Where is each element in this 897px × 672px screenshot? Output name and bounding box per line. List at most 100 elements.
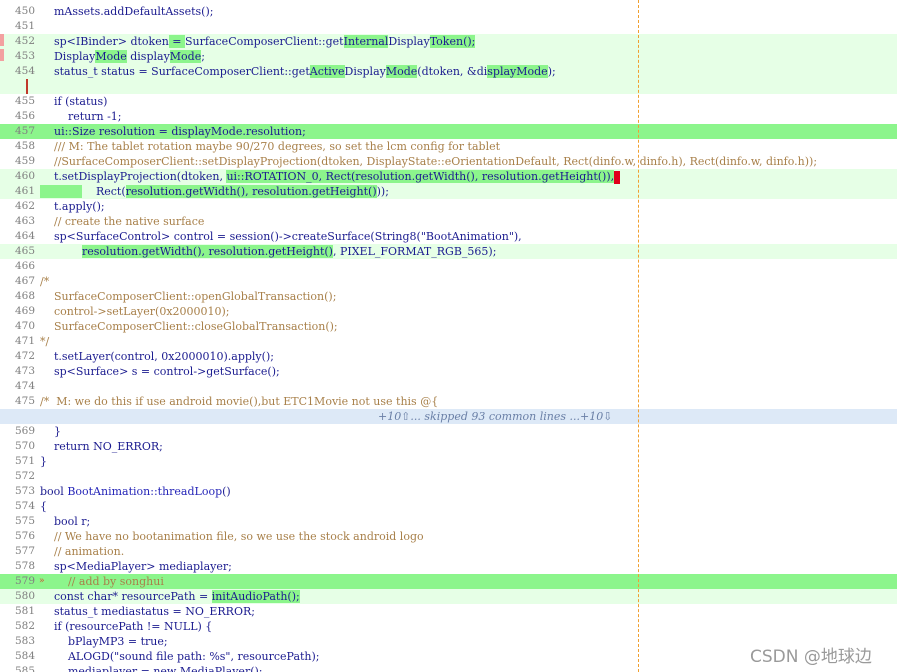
code-line: 467 /* bbox=[0, 274, 897, 289]
comment-token: /* bbox=[40, 275, 50, 288]
code-token: bool bbox=[40, 485, 68, 498]
code-line: 474 bbox=[0, 379, 897, 394]
code-line: 576 // We have no bootanimation file, so… bbox=[0, 529, 897, 544]
changed-token: = bbox=[168, 35, 186, 48]
changed-token: Active bbox=[309, 65, 345, 78]
line-number: 472 bbox=[14, 350, 35, 362]
code-text: DisplayMode displayMode; bbox=[40, 49, 205, 64]
skipped-lines-label[interactable]: +10⇧... skipped 93 common lines ...+10⇩ bbox=[378, 409, 612, 424]
line-number: 456 bbox=[14, 110, 35, 122]
changed-token: resolution.getWidth(), resolution.getHei… bbox=[125, 185, 377, 198]
code-text: bool BootAnimation::threadLoop() bbox=[40, 484, 231, 499]
diff-viewer[interactable]: 450 mAssets.addDefaultAssets(); 451 452 sp… bbox=[0, 0, 897, 672]
change-marker bbox=[0, 34, 4, 46]
code-token: bPlayMP3 = true; bbox=[40, 635, 168, 648]
comment-token: control->setLayer(0x2000010); bbox=[40, 305, 230, 318]
skipped-lines-separator[interactable]: +10⇧... skipped 93 common lines ...+10⇩ bbox=[0, 409, 897, 424]
code-line: 451 bbox=[0, 19, 897, 34]
code-token: t.apply(); bbox=[40, 200, 105, 213]
code-token: status_t mediastatus = NO_ERROR; bbox=[40, 605, 255, 618]
code-text: /* M: we do this if use android movie(),… bbox=[40, 394, 438, 409]
code-line: 459 //SurfaceComposerClient::setDisplayP… bbox=[0, 154, 897, 169]
code-line: 454 status_t status = SurfaceComposerCli… bbox=[0, 64, 897, 79]
code-line: 575 bool r; bbox=[0, 514, 897, 529]
code-token: sp<IBinder> dtoken bbox=[40, 35, 169, 48]
comment-token: // We have no bootanimation file, so we … bbox=[40, 530, 424, 543]
line-number: 582 bbox=[14, 620, 35, 632]
line-number: 473 bbox=[14, 365, 35, 377]
line-number: 457 bbox=[14, 125, 35, 137]
line-number: 571 bbox=[14, 455, 35, 467]
changed-token: splayMode bbox=[487, 65, 548, 78]
code-line: 577 // animation. bbox=[0, 544, 897, 559]
line-number: 585 bbox=[14, 665, 35, 672]
code-line: 573 bool BootAnimation::threadLoop() bbox=[0, 484, 897, 499]
code-line: 472 t.setLayer(control, 0x2000010).apply… bbox=[0, 349, 897, 364]
line-number: 459 bbox=[14, 155, 35, 167]
code-token: if (status) bbox=[40, 95, 108, 108]
code-token: Rect( bbox=[81, 185, 126, 198]
code-token: , PIXEL_FORMAT_RGB_565); bbox=[332, 245, 497, 258]
code-text: SurfaceComposerClient::openGlobalTransac… bbox=[40, 289, 336, 304]
code-text: sp<SurfaceControl> control = session()->… bbox=[40, 229, 522, 244]
changed-token: Internal bbox=[343, 35, 389, 48]
code-line: 463 // create the native surface bbox=[0, 214, 897, 229]
changed-token bbox=[40, 185, 82, 198]
code-line: 466 bbox=[0, 259, 897, 274]
code-text: } bbox=[40, 454, 47, 469]
code-line bbox=[0, 79, 897, 94]
code-token: } bbox=[40, 425, 61, 438]
code-token: )); bbox=[376, 185, 389, 198]
code-line: 465 resolution.getWidth(), resolution.ge… bbox=[0, 244, 897, 259]
code-token: Display bbox=[388, 35, 430, 48]
code-line: 580 const char* resourcePath = initAudio… bbox=[0, 589, 897, 604]
comment-token: SurfaceComposerClient::openGlobalTransac… bbox=[40, 290, 337, 303]
code-token: ALOGD("sound file path: %s", resourcePat… bbox=[40, 650, 320, 663]
code-line: 581 status_t mediastatus = NO_ERROR; bbox=[0, 604, 897, 619]
code-token: mediaplayer = new MediaPlayer(); bbox=[40, 665, 263, 672]
code-line: 460 t.setDisplayProjection(dtoken, ui::R… bbox=[0, 169, 897, 184]
changed-token: Token(); bbox=[429, 35, 476, 48]
code-text: mediaplayer = new MediaPlayer(); bbox=[40, 664, 263, 672]
code-line: 579» // add by songhui bbox=[0, 574, 897, 589]
code-token: t.setLayer(control, 0x2000010).apply(); bbox=[40, 350, 274, 363]
code-line: 452 sp<IBinder> dtoken = SurfaceComposer… bbox=[0, 34, 897, 49]
code-token: ui::Size resolution = displayMode.resolu… bbox=[40, 125, 306, 138]
code-line: 578 sp<MediaPlayer> mediaplayer; bbox=[0, 559, 897, 574]
code-token: SurfaceComposerClient::get bbox=[185, 35, 344, 48]
code-token: () bbox=[222, 485, 231, 498]
code-line: 462 t.apply(); bbox=[0, 199, 897, 214]
comment-token: SurfaceComposerClient::closeGlobalTransa… bbox=[40, 320, 338, 333]
line-number: 451 bbox=[14, 20, 35, 32]
code-text: sp<IBinder> dtoken = SurfaceComposerClie… bbox=[40, 34, 476, 49]
line-number: 577 bbox=[14, 545, 35, 557]
code-token: Display bbox=[344, 65, 386, 78]
line-number: 461 bbox=[14, 185, 35, 197]
line-number: 579 bbox=[14, 575, 35, 587]
code-line: 572 bbox=[0, 469, 897, 484]
code-text: // add by songhui bbox=[40, 574, 164, 589]
code-token: return -1; bbox=[40, 110, 122, 123]
code-text: /* bbox=[40, 274, 49, 289]
code-text: return -1; bbox=[40, 109, 122, 124]
code-text: SurfaceComposerClient::closeGlobalTransa… bbox=[40, 319, 338, 334]
line-number: 575 bbox=[14, 515, 35, 527]
code-line: 574 { bbox=[0, 499, 897, 514]
code-text: control->setLayer(0x2000010); bbox=[40, 304, 230, 319]
code-text: ui::Size resolution = displayMode.resolu… bbox=[40, 124, 306, 139]
line-number: 471 bbox=[14, 335, 35, 347]
line-number: 463 bbox=[14, 215, 35, 227]
line-number: 460 bbox=[14, 170, 35, 182]
code-text: return NO_ERROR; bbox=[40, 439, 163, 454]
code-text: sp<MediaPlayer> mediaplayer; bbox=[40, 559, 232, 574]
line-number: 462 bbox=[14, 200, 35, 212]
code-text: // animation. bbox=[40, 544, 124, 559]
code-token: status_t status = SurfaceComposerClient:… bbox=[40, 65, 310, 78]
code-line: 458 /// M: The tablet rotation maybe 90/… bbox=[0, 139, 897, 154]
code-line: 571} bbox=[0, 454, 897, 469]
code-line: 457 ui::Size resolution = displayMode.re… bbox=[0, 124, 897, 139]
line-number: 453 bbox=[14, 50, 35, 62]
changed-token: Mode bbox=[385, 65, 418, 78]
changed-token: resolution.getWidth(), resolution.getHei… bbox=[81, 245, 333, 258]
